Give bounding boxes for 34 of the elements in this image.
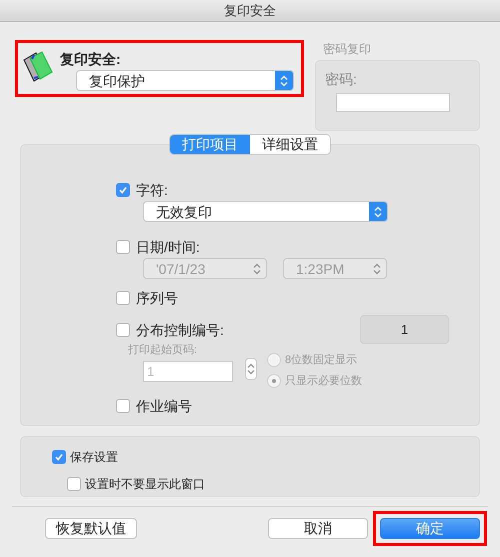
checkbox[interactable] bbox=[116, 291, 130, 305]
checkbox-label: 设置时不要显示此窗口 bbox=[85, 476, 205, 493]
checkbox-label: 作业编号 bbox=[136, 396, 192, 416]
checkbox-label: 字符: bbox=[136, 180, 168, 200]
document-icon bbox=[22, 50, 54, 84]
radio-button[interactable] bbox=[267, 353, 281, 368]
checkbox[interactable] bbox=[116, 323, 130, 337]
dialog-button[interactable]: 取消 bbox=[268, 518, 368, 539]
check-icon bbox=[54, 452, 64, 462]
window-title: 复印安全 bbox=[224, 2, 276, 20]
field-label: 打印起始页码: bbox=[128, 343, 198, 358]
field-label: 密码: bbox=[325, 70, 358, 89]
checkbox[interactable] bbox=[116, 240, 130, 254]
dialog-button[interactable]: 恢复默认值 bbox=[45, 518, 137, 539]
checkbox[interactable] bbox=[116, 183, 130, 197]
field-label: 复印安全: bbox=[60, 51, 122, 67]
section-title: 密码复印 bbox=[322, 41, 372, 58]
checkbox-label: 序列号 bbox=[136, 288, 178, 308]
check-icon bbox=[118, 185, 128, 195]
checkbox[interactable] bbox=[67, 477, 81, 491]
checkbox[interactable] bbox=[116, 399, 130, 413]
stepper-icon[interactable] bbox=[245, 358, 257, 380]
stepper-arrows-icon bbox=[275, 71, 293, 90]
checkbox[interactable] bbox=[52, 450, 66, 464]
dropdown[interactable]: 无效复印 bbox=[143, 201, 388, 222]
radio-button[interactable] bbox=[267, 374, 281, 388]
number-display: 1 bbox=[360, 315, 449, 344]
checkbox-label: 保存设置 bbox=[70, 449, 118, 466]
checkbox-label: 日期/时间: bbox=[136, 238, 200, 256]
checkbox-label: 分布控制编号: bbox=[136, 320, 224, 340]
stepper-arrows-icon bbox=[369, 202, 387, 221]
radio-label: 8位数固定显示 bbox=[285, 352, 358, 368]
radio-label: 只显示必要位数 bbox=[285, 374, 362, 388]
dropdown[interactable]: 复印保护 bbox=[76, 70, 294, 91]
